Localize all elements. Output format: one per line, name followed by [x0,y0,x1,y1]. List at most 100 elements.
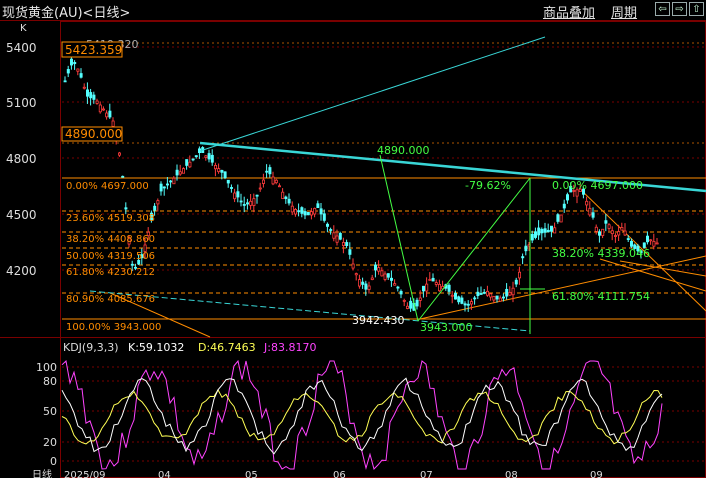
candle-body [607,224,611,229]
candle-body [249,200,253,206]
candle-body [207,153,211,160]
candle-body [630,240,634,247]
kdj-y-tick: 0 [50,455,57,468]
candle-body [236,191,240,198]
candle-body [377,267,381,272]
candle-body [463,303,467,306]
candle-body [610,230,614,235]
candle-body [652,240,656,247]
candle-body [626,238,630,240]
candle-body [159,183,163,192]
candle-body [495,295,499,300]
candle-body [341,241,345,246]
candle-body [73,62,77,65]
candle-body [437,284,441,292]
candle-body [300,207,304,214]
candle-body [380,270,384,277]
candle-body [562,203,566,209]
x-tick: 06 [333,470,346,478]
candle-body [473,297,477,300]
kdj-header: KDJ(9,3,3) K:59.1032 D:46.7463 J:83.8170 [63,341,316,354]
y-tick: 5400 [6,41,37,55]
y-tick: 4800 [6,152,37,166]
candle-body [546,229,550,233]
candle-body [469,301,473,305]
candle-body [191,158,195,161]
add-product-link[interactable]: 商品叠加 [543,2,595,21]
kdj-y-tick: 100 [36,361,57,374]
mid-callout: 4890.000 [65,127,122,141]
candle-body [460,297,464,304]
candle-body [409,300,413,309]
candle-body [290,205,294,213]
candle-body [386,273,390,278]
candle-body [95,100,99,104]
candle-body [316,203,320,209]
candle-body [172,177,176,185]
nav-right-button[interactable]: ⇨ [672,2,687,16]
kdj-k-value: K:59.1032 [128,341,184,354]
x-tick: 05 [245,470,258,478]
fib-label: 80.90% 4085.676 [66,294,155,305]
candle-body [501,296,505,299]
fib-label: 61.80% 4230.212 [66,267,155,278]
x-tick: 04 [158,470,171,478]
candle-body [550,225,554,232]
title-bar: 现货黄金(AU)<日线> 商品叠加 周期 ⇦ ⇨ ⇧ [0,0,706,21]
candle-body [450,294,454,297]
candle-body [655,242,659,245]
annotations: 4890.000 -79.62% 3942.430 3943.000 [352,144,511,334]
x-tick: 09 [590,470,603,478]
candle-body [556,214,560,222]
candle-body [313,207,317,215]
candle-body [175,169,179,176]
kdj-y-tick: 20 [43,436,57,449]
price-panel-label: K [20,23,27,34]
candle-body [210,154,214,163]
x-axis: 日线 2025/09 04 05 06 07 08 09 [32,468,603,478]
candle-body [361,281,365,285]
fib-label: 0.00% 4697.000 [552,179,643,192]
candle-body [482,291,486,294]
chart-area[interactable]: K 5400 5100 4800 4500 4200 5423.359 4890… [0,21,706,478]
candle-body [537,227,541,236]
x-tick: 07 [420,470,433,478]
candle-body [118,152,122,156]
candle-body [434,282,438,285]
candle-body [604,220,608,224]
y-tick: 4500 [6,208,37,222]
fib-label: 50.00% 4319.506 [66,251,155,262]
candle-body [284,196,288,199]
candle-body [402,299,406,302]
candle-body [245,202,249,205]
kdj-y-axis: 100 80 50 20 0 [36,361,57,468]
candle-body [617,231,621,236]
candle-body [121,175,125,178]
candle-body [351,263,355,269]
candle-body [63,80,67,83]
candle-body [476,291,480,297]
period-link[interactable]: 周期 [611,2,637,21]
nav-left-button[interactable]: ⇦ [655,2,670,16]
candle-body [188,161,192,168]
candle-body [335,235,339,243]
candle-body [82,86,86,89]
candle-body [89,92,93,99]
candle-body [598,231,602,236]
candle-body [156,200,160,205]
candle-body [293,208,297,215]
candle-body [588,207,592,216]
candle-body [322,213,326,221]
candle-body [181,168,185,174]
candle-body [425,283,429,292]
kdj-d-value: D:46.7463 [198,341,256,354]
candle-body [297,210,301,213]
candle-body [373,264,377,271]
candle-body [518,271,522,279]
candle-body [239,200,243,203]
candle-body [534,231,538,238]
candle-body [466,303,470,306]
nav-up-button[interactable]: ⇧ [689,2,704,16]
candle-body [79,73,83,78]
kdj-y-tick: 80 [43,375,57,388]
